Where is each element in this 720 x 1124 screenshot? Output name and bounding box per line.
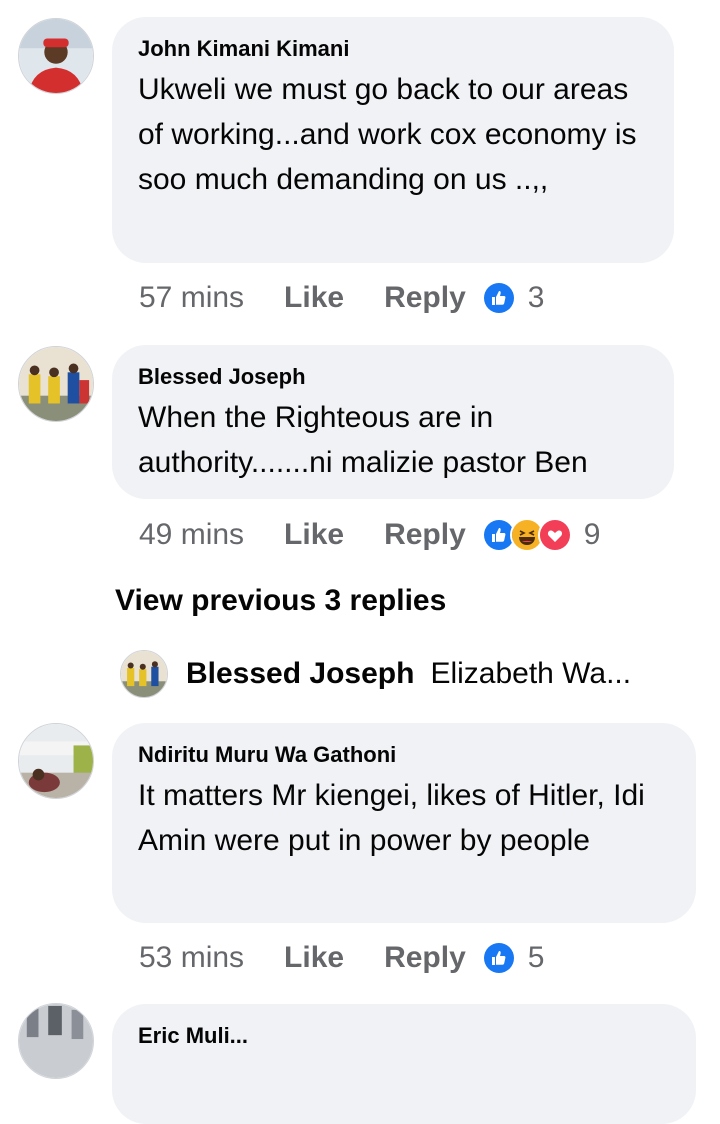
reactions[interactable] [481, 941, 516, 975]
comment-time[interactable]: 53 mins [139, 941, 244, 975]
avatar-partial[interactable] [18, 1003, 94, 1079]
comment-actions: 49 mins Like Reply 9 [139, 515, 600, 555]
comment-bubble: Blessed Joseph When the Righteous are in… [112, 345, 674, 499]
like-button[interactable]: Like [284, 518, 344, 552]
reaction-count[interactable]: 9 [584, 518, 601, 552]
reaction-count[interactable]: 5 [528, 941, 545, 975]
comment-author[interactable]: Eric Muli... [138, 1022, 670, 1050]
view-previous-replies-link[interactable]: View previous 3 replies [115, 584, 446, 618]
reply-text: Elizabeth Wa... [430, 657, 632, 690]
reply-preview[interactable]: Blessed Joseph Elizabeth Wa... [120, 650, 680, 698]
reactions[interactable] [481, 518, 572, 552]
avatar-john-kimani[interactable] [18, 18, 94, 94]
comment-author[interactable]: Ndiritu Muru Wa Gathoni [138, 741, 670, 769]
comment-text: When the Righteous are in authority.....… [138, 401, 588, 479]
comment-text: It matters Mr kiengei, likes of Hitler, … [138, 779, 645, 857]
comment-text: Ukweli we must go back to our areas of w… [138, 73, 637, 196]
comment-time[interactable]: 49 mins [139, 518, 244, 552]
comment-bubble: Eric Muli... [112, 1004, 696, 1124]
like-button[interactable]: Like [284, 941, 344, 975]
avatar-blessed-joseph[interactable] [18, 346, 94, 422]
comment-actions: 57 mins Like Reply 3 [139, 278, 544, 318]
reply-author[interactable]: Blessed Joseph [186, 657, 414, 691]
comment-bubble: John Kimani Kimani Ukweli we must go bac… [112, 17, 674, 263]
reaction-count[interactable]: 3 [528, 281, 545, 315]
reactions[interactable] [481, 281, 516, 315]
comment-time[interactable]: 57 mins [139, 281, 244, 315]
avatar-blessed-joseph[interactable] [120, 650, 168, 698]
like-reaction-icon [481, 281, 516, 315]
reply-button[interactable]: Reply [384, 281, 466, 315]
like-reaction-icon [481, 941, 516, 975]
love-reaction-icon [537, 518, 572, 552]
reply-button[interactable]: Reply [384, 941, 466, 975]
like-button[interactable]: Like [284, 281, 344, 315]
comment-author[interactable]: Blessed Joseph [138, 363, 648, 391]
comment-author[interactable]: John Kimani Kimani [138, 35, 648, 63]
avatar-ndiritu-muru[interactable] [18, 723, 94, 799]
comment-bubble: Ndiritu Muru Wa Gathoni It matters Mr ki… [112, 723, 696, 923]
comment-actions: 53 mins Like Reply 5 [139, 938, 544, 978]
reply-button[interactable]: Reply [384, 518, 466, 552]
